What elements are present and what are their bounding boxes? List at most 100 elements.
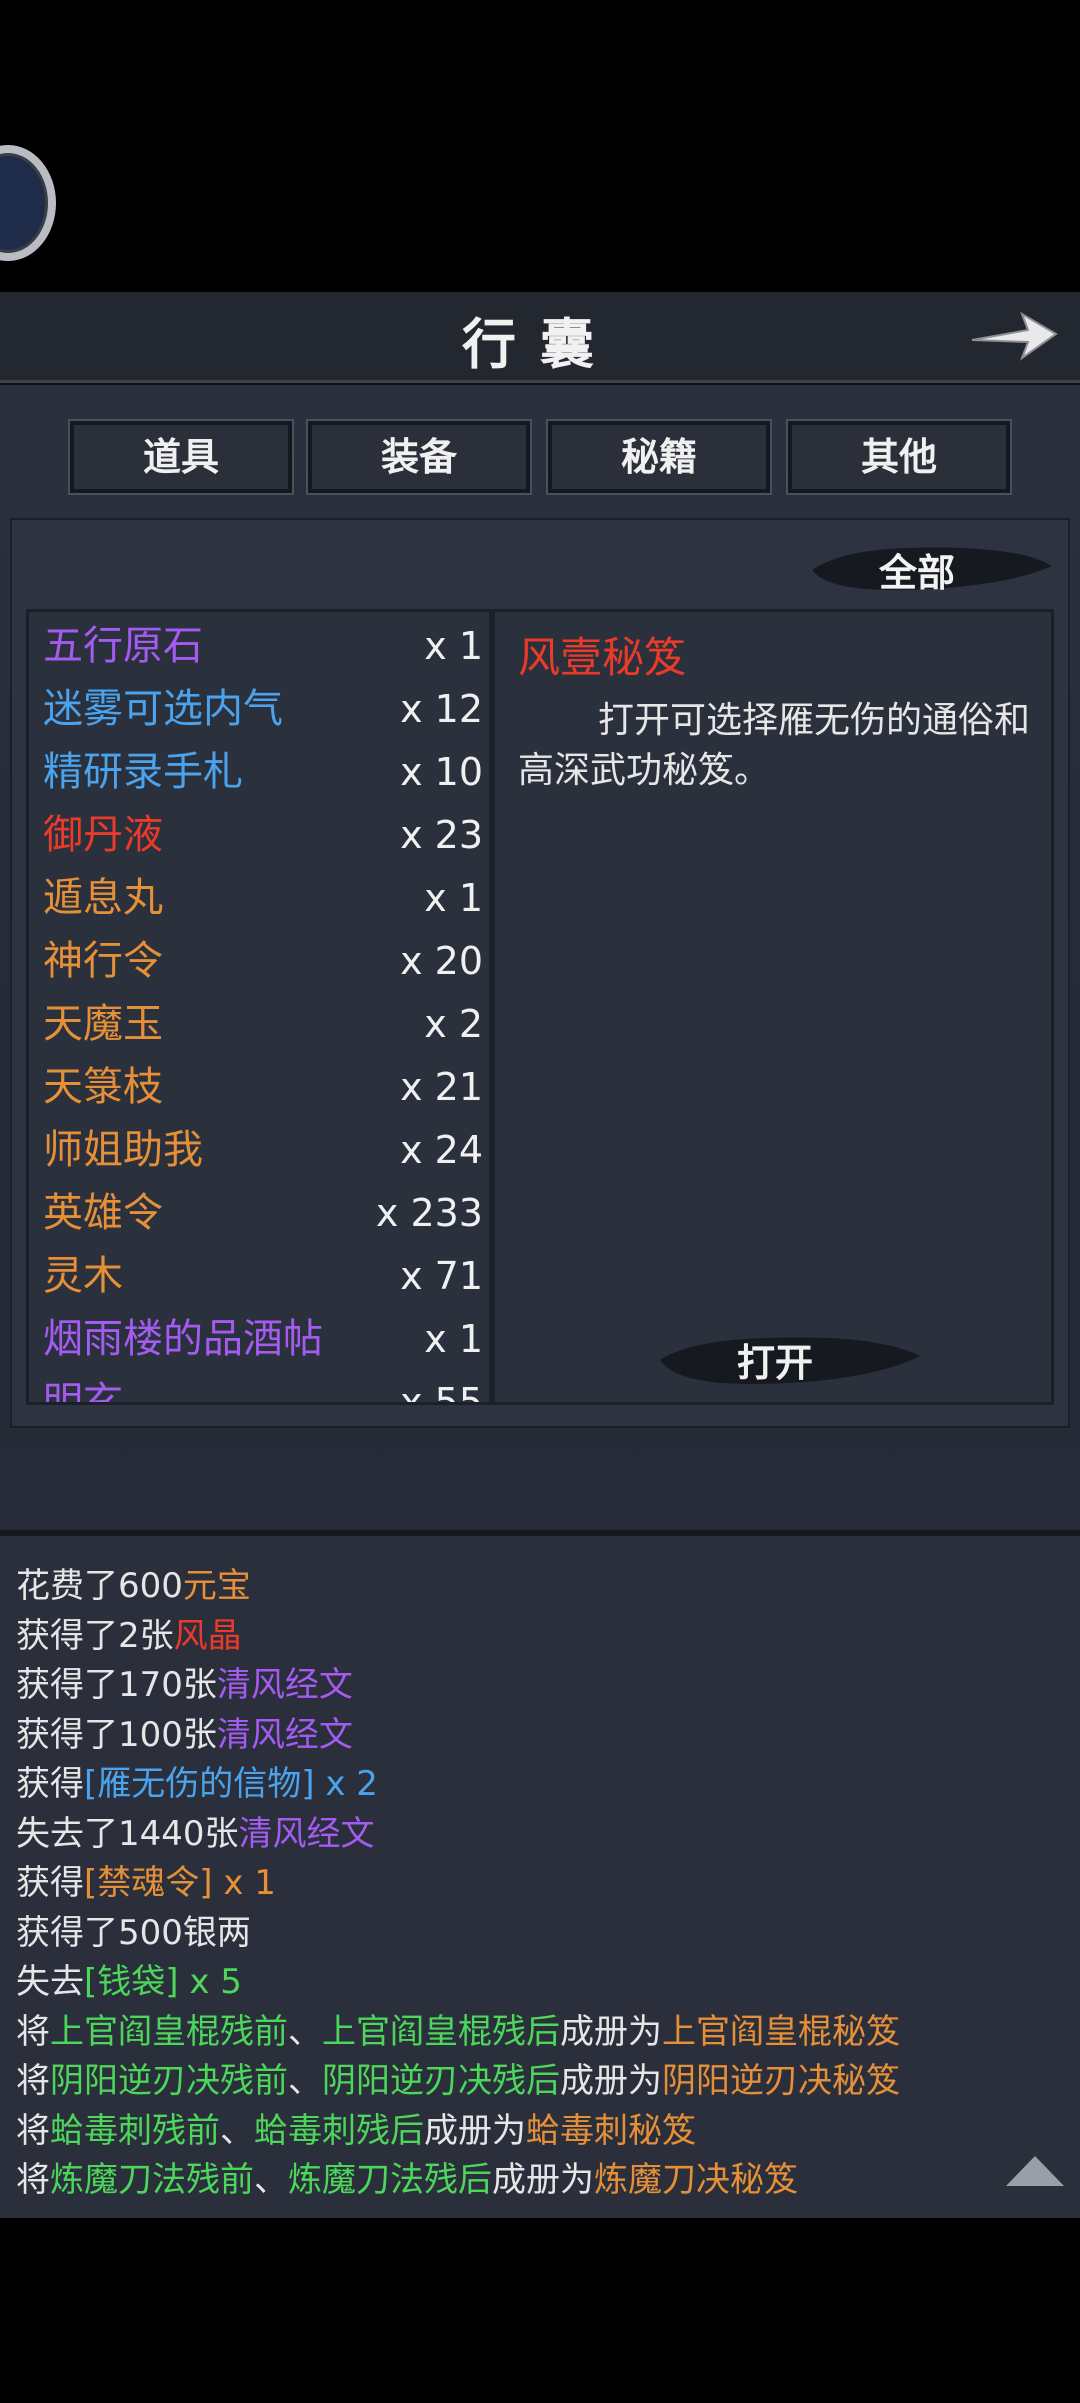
log-segment: 、 <box>288 2011 322 2052</box>
log-segment: 阴阳逆刃决残后 <box>322 2061 560 2101</box>
item-name: 五行原石 <box>43 623 203 669</box>
item-name: 灵木 <box>43 1253 123 1299</box>
tab-other[interactable]: 其他 <box>788 421 1010 493</box>
item-quantity: x 12 <box>400 687 483 731</box>
log-segment: [禁魂令] x 1 <box>84 1863 276 1903</box>
log-segment: 蛤毒刺秘笈 <box>526 2110 696 2151</box>
log-segment: 将 <box>16 2110 50 2151</box>
log-line: 获得[禁魂令] x 1 <box>16 1855 276 1904</box>
log-segment: 成册为 <box>492 2160 594 2200</box>
detail-title: 风壹秘笈 <box>518 633 687 682</box>
item-name: 神行令 <box>43 938 163 984</box>
log-segment: 获得 <box>16 1764 84 1804</box>
log-line: 失去[钱袋] x 5 <box>16 1954 242 2003</box>
log-segment: 成册为 <box>560 2061 662 2101</box>
log-segment: 获得了500银两 <box>16 1912 251 1953</box>
item-name: 遁息丸 <box>43 875 163 921</box>
log-line: 将阴阳逆刃决残前、阴阳逆刃决残后成册为阴阳逆刃决秘笈 <box>16 2053 900 2102</box>
item-name: 迷雾可选内气 <box>43 686 283 732</box>
log-line: 获得了100张清风经文 <box>16 1707 353 1756</box>
item-quantity: x 1 <box>424 1317 483 1361</box>
filter-label: 全部 <box>878 550 955 595</box>
log-segment: 蛤毒刺残后 <box>254 2110 424 2151</box>
log-segment: 上官阎皇棍残后 <box>322 2011 560 2052</box>
log-line: 获得了170张清风经文 <box>16 1657 353 1706</box>
item-name: 天箓枝 <box>43 1064 163 1110</box>
log-line: 将炼魔刀法残前、炼魔刀法残后成册为炼魔刀决秘笈 <box>16 2152 798 2201</box>
log-segment: 获得了100张 <box>16 1714 217 1755</box>
log-line: 获得[雁无伤的信物] x 2 <box>16 1756 378 1805</box>
log-segment: [雁无伤的信物] x 2 <box>84 1764 378 1804</box>
item-quantity: x 10 <box>400 750 483 794</box>
list-item[interactable]: 明玄 x 55 <box>43 1372 483 1405</box>
log-segment: 获得 <box>16 1863 84 1903</box>
item-quantity: x 21 <box>400 1065 483 1109</box>
list-item[interactable]: 神行令 x 20 <box>43 931 483 991</box>
log-line: 将蛤毒刺残前、蛤毒刺残后成册为蛤毒刺秘笈 <box>16 2103 696 2152</box>
log-line: 获得了2张风晶 <box>16 1608 242 1657</box>
item-name: 明玄 <box>43 1379 123 1405</box>
item-quantity: x 233 <box>375 1191 483 1235</box>
log-segment: 阴阳逆刃决残前 <box>50 2061 288 2101</box>
item-name: 精研录手札 <box>43 749 243 795</box>
list-item[interactable]: 御丹液 x 23 <box>43 805 483 865</box>
list-item[interactable]: 英雄令 x 233 <box>43 1183 483 1243</box>
item-list[interactable]: 五行原石 x 1 迷雾可选内气 x 12 精研录手札 x 10 御丹液 x 23 遁息丸 x 1 神… <box>26 609 492 1405</box>
log-segment: [钱袋] x 5 <box>84 1962 242 2002</box>
log-segment: 蛤毒刺残前 <box>50 2110 220 2151</box>
open-button-label: 打开 <box>736 1340 813 1385</box>
log-segment: 失去了1440张 <box>16 1813 239 1854</box>
log-segment: 获得了170张 <box>16 1665 217 1705</box>
log-segment: 风晶 <box>173 1615 242 1656</box>
item-quantity: x 1 <box>424 624 483 668</box>
tab-equipment[interactable]: 装备 <box>308 421 530 493</box>
list-item[interactable]: 遁息丸 x 1 <box>43 868 483 928</box>
log-segment: 炼魔刀法残后 <box>288 2160 492 2200</box>
log-segment: 花费了600 <box>16 1566 183 1606</box>
log-segment: 将 <box>16 2160 50 2200</box>
item-name: 英雄令 <box>43 1190 163 1236</box>
log-line: 获得了500银两 <box>16 1905 251 1954</box>
list-item[interactable]: 天魔玉 x 2 <box>43 994 483 1054</box>
log-segment: 上官阎皇棍残前 <box>50 2011 288 2052</box>
log-segment: 失去 <box>16 1962 84 2002</box>
item-name: 师姐助我 <box>43 1127 203 1173</box>
log-segment: 阴阳逆刃决秘笈 <box>662 2061 900 2101</box>
log-segment: 、 <box>288 2061 322 2101</box>
list-item[interactable]: 烟雨楼的品酒帖 x 1 <box>43 1309 483 1369</box>
item-quantity: x 1 <box>424 876 483 920</box>
log-segment: 成册为 <box>560 2011 662 2052</box>
log-line: 将上官阎皇棍残前、上官阎皇棍残后成册为上官阎皇棍秘笈 <box>16 2004 900 2053</box>
list-item[interactable]: 天箓枝 x 21 <box>43 1057 483 1117</box>
page-title: 行囊 <box>462 312 618 376</box>
log-segment: 将 <box>16 2061 50 2101</box>
list-item[interactable]: 五行原石 x 1 <box>43 616 483 676</box>
scroll-up-icon[interactable] <box>1002 2150 1068 2190</box>
log-segment: 获得了2张 <box>16 1615 174 1656</box>
log-segment: 清风经文 <box>238 1813 375 1854</box>
log-segment: 清风经文 <box>216 1665 353 1705</box>
log-segment: 元宝 <box>182 1566 251 1606</box>
log-segment: 成册为 <box>424 2110 526 2151</box>
list-item[interactable]: 师姐助我 x 24 <box>43 1120 483 1180</box>
list-item[interactable]: 灵木 x 71 <box>43 1246 483 1306</box>
log-segment: 炼魔刀决秘笈 <box>594 2160 798 2200</box>
log-line: 花费了600元宝 <box>16 1558 251 1607</box>
tab-items[interactable]: 道具 <box>70 421 292 493</box>
arrow-right-icon[interactable] <box>966 300 1062 372</box>
detail-description: 打开可选择雁无伤的通俗和高深武功秘笈。 <box>518 700 1031 791</box>
avatar[interactable] <box>0 145 56 261</box>
item-quantity: x 71 <box>400 1254 483 1298</box>
tab-manuals[interactable]: 秘籍 <box>548 421 770 493</box>
item-quantity: x 20 <box>400 939 483 983</box>
log-segment: 清风经文 <box>216 1714 353 1755</box>
log-segment: 、 <box>254 2160 288 2200</box>
item-quantity: x 2 <box>424 1002 483 1046</box>
log-segment: 上官阎皇棍秘笈 <box>662 2011 900 2052</box>
item-quantity: x 55 <box>400 1380 483 1405</box>
item-name: 御丹液 <box>43 812 163 858</box>
list-item[interactable]: 迷雾可选内气 x 12 <box>43 679 483 739</box>
log-segment: 、 <box>220 2110 254 2151</box>
log-line: 失去了1440张清风经文 <box>16 1806 375 1855</box>
list-item[interactable]: 精研录手札 x 10 <box>43 742 483 802</box>
